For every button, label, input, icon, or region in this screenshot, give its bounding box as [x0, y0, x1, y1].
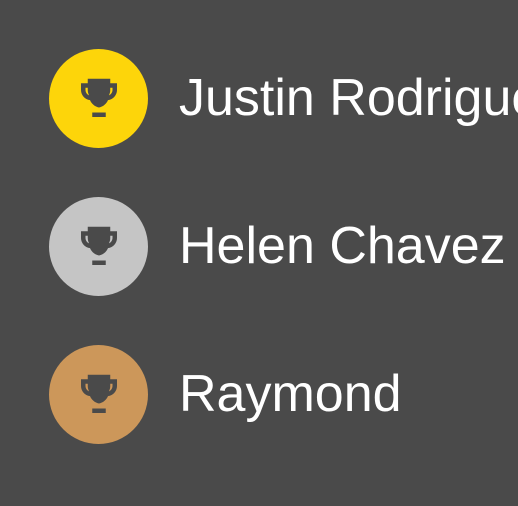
- trophy-icon: [80, 226, 117, 265]
- player-name: Helen Chavez: [179, 217, 506, 275]
- player-name: Raymond: [179, 365, 402, 423]
- leaderboard-row-2[interactable]: Helen Chavez: [0, 197, 518, 297]
- trophy-icon: [80, 374, 117, 413]
- leaderboard-row-1[interactable]: Justin Rodriguez: [0, 49, 518, 149]
- gold-medal-badge: [49, 49, 148, 148]
- bronze-medal-badge: [49, 345, 148, 444]
- player-name: Justin Rodriguez: [179, 69, 518, 127]
- silver-medal-badge: [49, 197, 148, 296]
- leaderboard-list: Justin Rodriguez Helen Chavez Raymond: [0, 0, 518, 506]
- leaderboard-row-3[interactable]: Raymond: [0, 345, 518, 445]
- trophy-icon: [80, 78, 117, 117]
